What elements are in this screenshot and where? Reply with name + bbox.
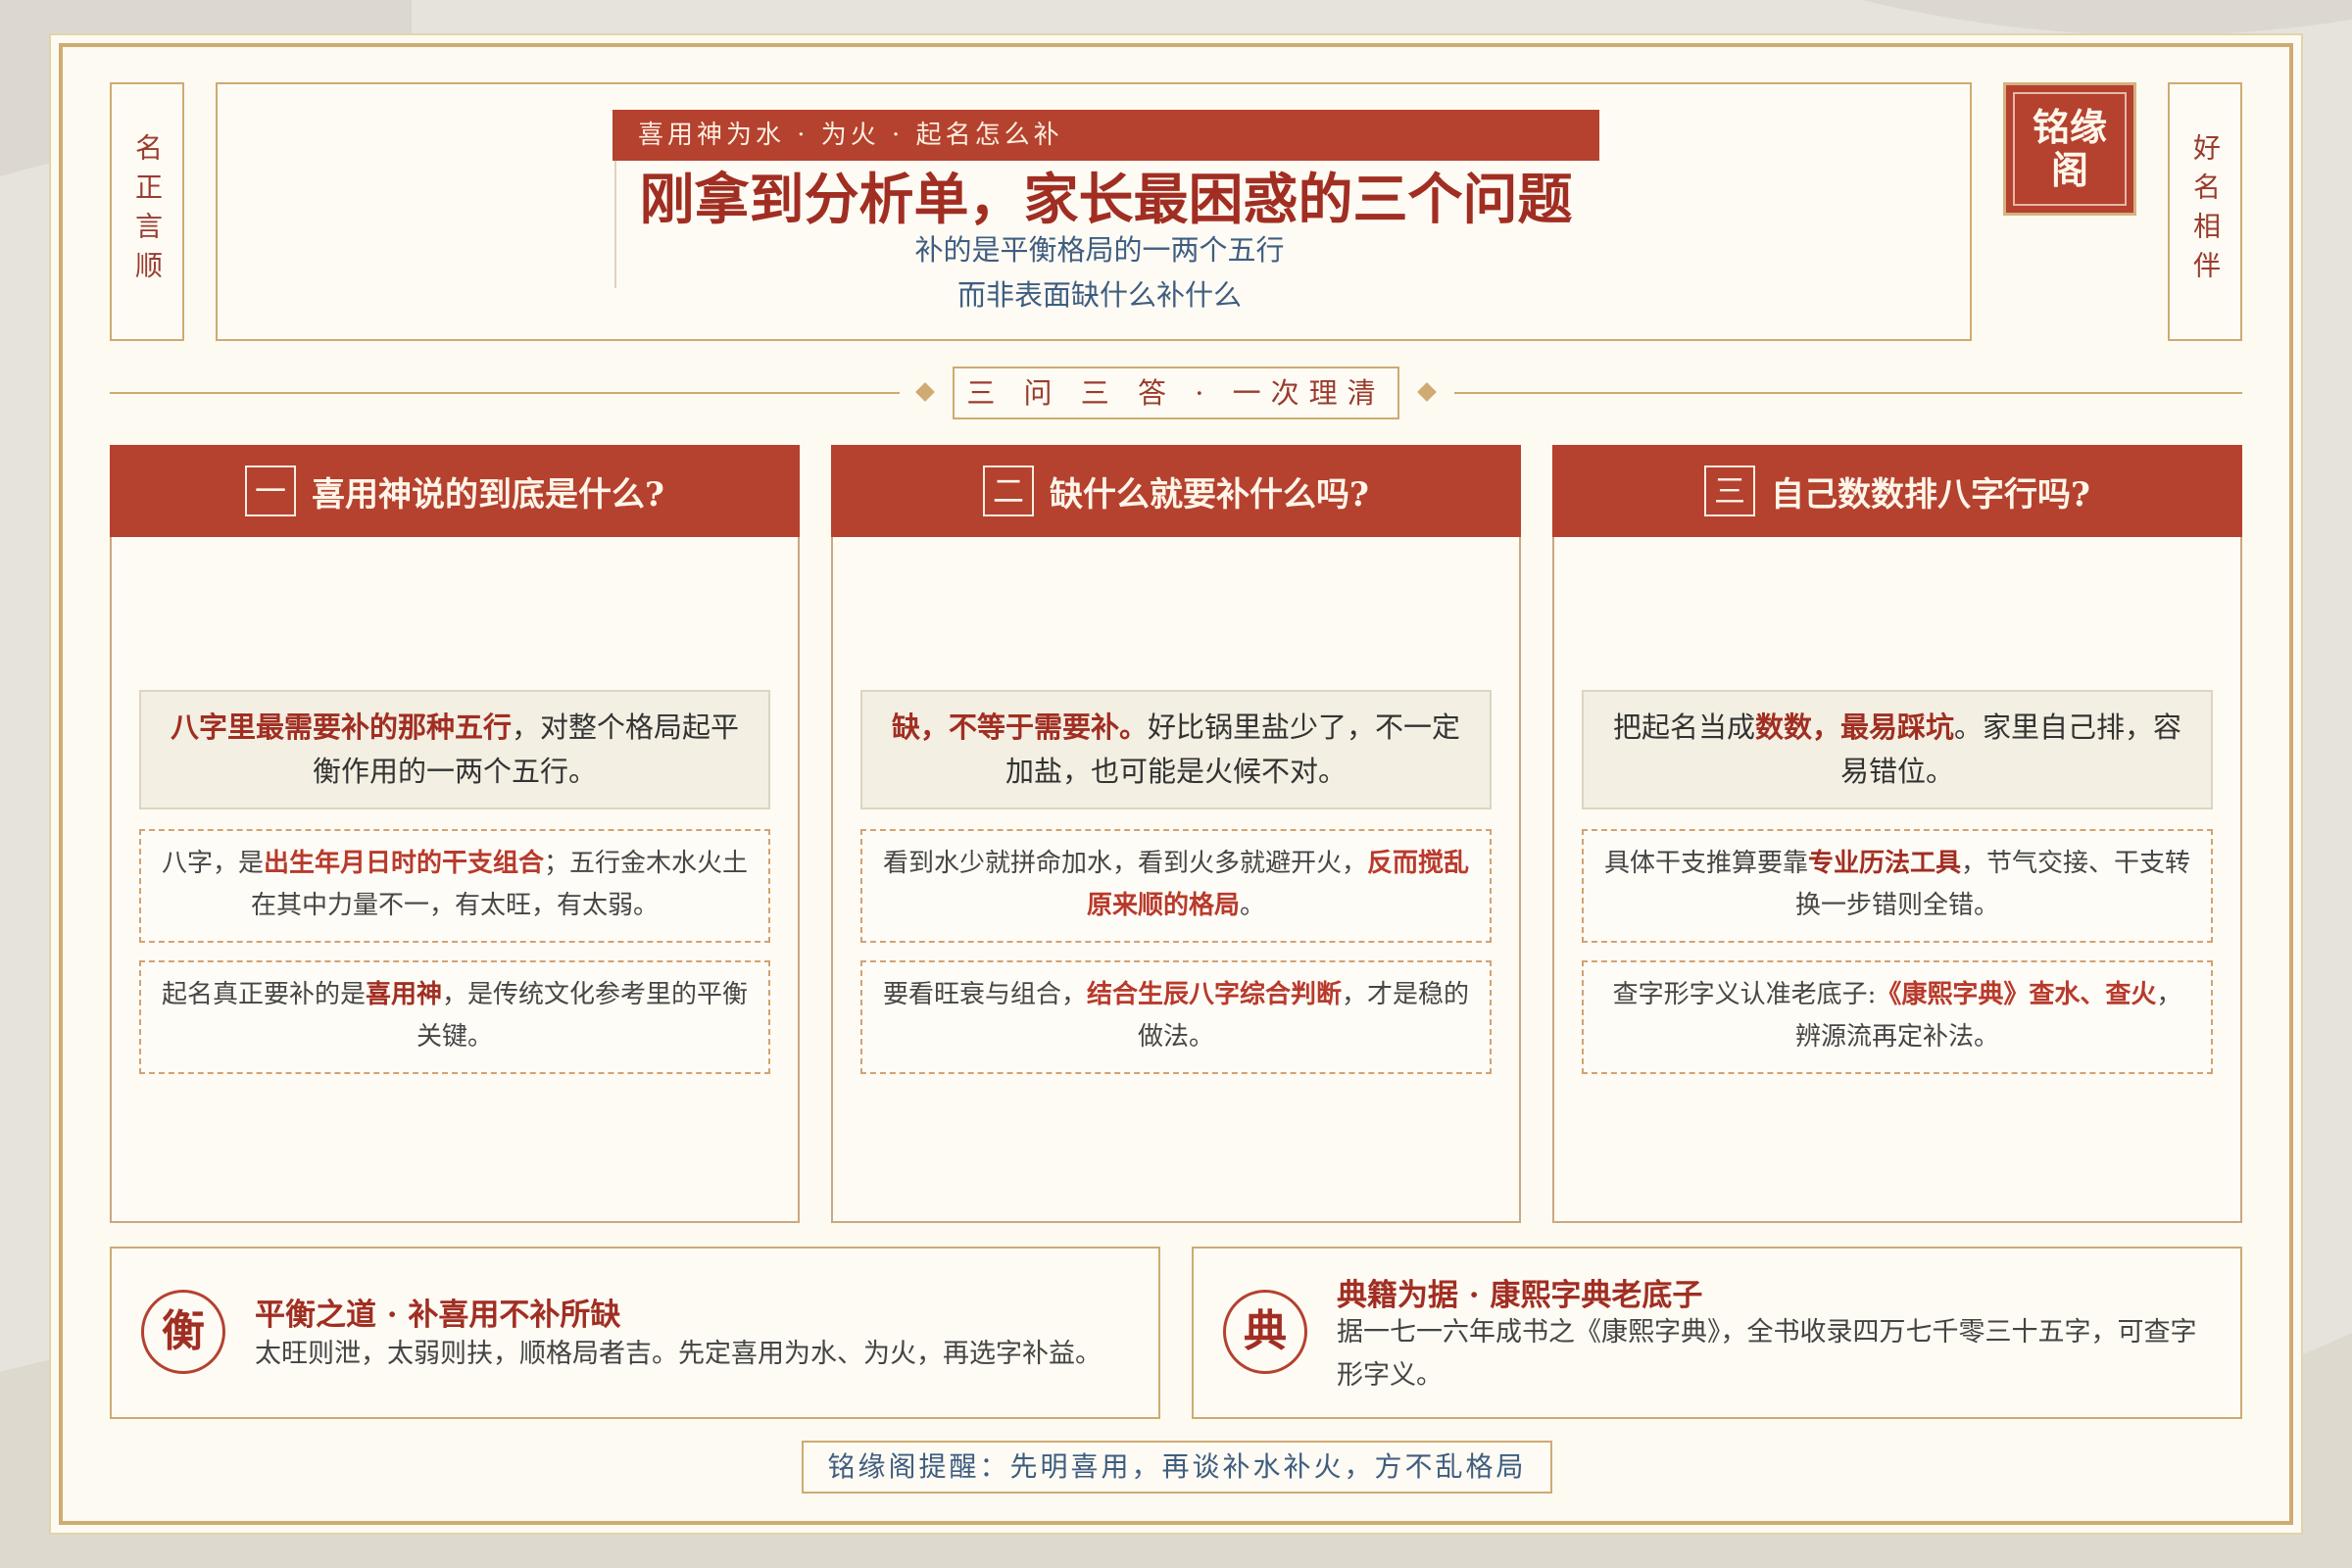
balance-seal-icon: 衡	[141, 1290, 225, 1374]
info-title: 典籍为据 · 康熙字典老底子	[1337, 1278, 1703, 1313]
info-panel-classics: 典 典籍为据 · 康熙字典老底子 据一七一六年成书之《康熙字典》，全书收录四万七…	[1192, 1247, 2242, 1419]
card-header: 二 缺什么就要补什么吗?	[831, 445, 1521, 537]
subtitle-line-2: 而非表面缺什么补什么	[956, 278, 1242, 312]
left-banner-text: 名正言顺	[131, 133, 164, 290]
brand-logo: 铭缘 阁	[2003, 82, 2136, 216]
logo-line-1: 铭缘	[2032, 105, 2107, 149]
divider-line-left	[110, 392, 900, 394]
question-card-2: 二 缺什么就要补什么吗? 缺，不等于需要补。好比锅里盐少了，不一定加盐，也可能是…	[831, 445, 1521, 1223]
question-card-3: 三 自己数数排八字行吗? 把起名当成数数，最易踩坑。家里自己排，容易错位。 具体…	[1552, 445, 2242, 1223]
card-number: 二	[983, 466, 1035, 516]
header-tag: 喜用神为水 · 为火 · 起名怎么补	[612, 110, 1599, 161]
header-panel: 喜用神为水 · 为火 · 起名怎么补 刚拿到分析单，家长最困惑的三个问题 补的是…	[216, 82, 1972, 341]
classics-seal-icon: 典	[1223, 1290, 1307, 1374]
page-title: 刚拿到分析单，家长最困惑的三个问题	[639, 168, 1573, 232]
info-text: 据一七一六年成书之《康熙字典》，全书收录四万七千零三十五字，可查字形字义。	[1337, 1317, 2197, 1391]
left-vertical-banner: 名正言顺	[110, 82, 184, 341]
page-subtitle: 补的是平衡格局的一两个五行 而非表面缺什么补什么	[629, 227, 1570, 318]
note-box-2: 查字形字义认准老底子:《康熙字典》查水、查火，辨源流再定补法。	[1582, 960, 2213, 1074]
key-point-box: 缺，不等于需要补。好比锅里盐少了，不一定加盐，也可能是火候不对。	[860, 690, 1492, 809]
card-title: 自己数数排八字行吗?	[1771, 474, 2090, 514]
key-point-box: 把起名当成数数，最易踩坑。家里自己排，容易错位。	[1582, 690, 2213, 809]
note-box-1: 八字，是出生年月日时的干支组合；五行金木水火土在其中力量不一，有太旺，有太弱。	[139, 829, 770, 943]
note-box-2: 起名真正要补的是喜用神，是传统文化参考里的平衡关键。	[139, 960, 770, 1074]
brand-logo-inner: 铭缘 阁	[2013, 92, 2127, 206]
card-number: 三	[1704, 466, 1756, 516]
card-header: 一 喜用神说的到底是什么?	[110, 445, 800, 537]
section-divider-label: 三 问 三 答 · 一次理清	[953, 367, 1399, 419]
card-header: 三 自己数数排八字行吗?	[1552, 445, 2242, 537]
card-number: 一	[245, 466, 297, 516]
info-text: 太旺则泄，太弱则扶，顺格局者吉。先定喜用为水、为火，再选字补益。	[255, 1339, 1102, 1369]
card-title: 缺什么就要补什么吗?	[1050, 474, 1369, 514]
info-panel-balance: 衡 平衡之道 · 补喜用不补所缺 太旺则泄，太弱则扶，顺格局者吉。先定喜用为水、…	[110, 1247, 1160, 1419]
subtitle-line-1: 补的是平衡格局的一两个五行	[914, 233, 1285, 267]
note-box-1: 看到水少就拼命加水，看到火多就避开火，反而搅乱原来顺的格局。	[860, 829, 1492, 943]
note-box-1: 具体干支推算要靠专业历法工具，节气交接、干支转换一步错则全错。	[1582, 829, 2213, 943]
note-box-2: 要看旺衰与组合，结合生辰八字综合判断，才是稳的做法。	[860, 960, 1492, 1074]
footer-reminder: 铭缘阁提醒：先明喜用，再谈补水补火，方不乱格局	[802, 1441, 1552, 1494]
key-point-box: 八字里最需要补的那种五行，对整个格局起平衡作用的一两个五行。	[139, 690, 770, 809]
info-title: 平衡之道 · 补喜用不补所缺	[255, 1298, 621, 1333]
question-card-1: 一 喜用神说的到底是什么? 八字里最需要补的那种五行，对整个格局起平衡作用的一两…	[110, 445, 800, 1223]
right-vertical-banner: 好名相伴	[2168, 82, 2242, 341]
card-title: 喜用神说的到底是什么?	[312, 474, 664, 514]
divider-line-right	[1454, 392, 2242, 394]
logo-line-2: 阁	[2050, 148, 2088, 192]
right-banner-text: 好名相伴	[2189, 133, 2222, 290]
